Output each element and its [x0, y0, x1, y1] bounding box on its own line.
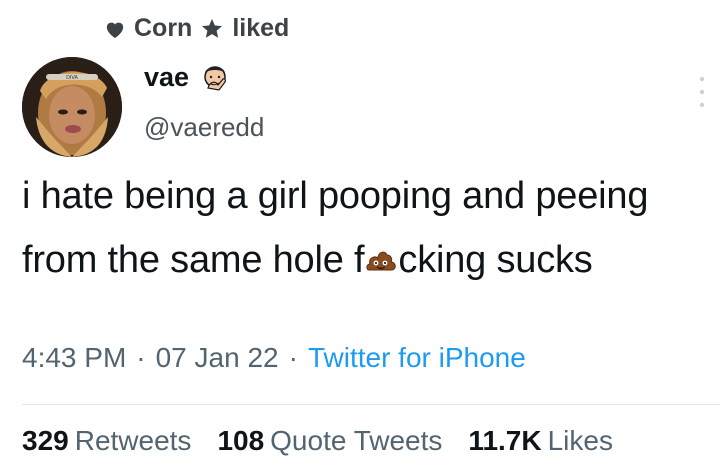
meta-separator: · — [288, 342, 298, 373]
face-with-hand-icon — [204, 66, 227, 91]
user-handle[interactable]: @vaeredd — [144, 111, 264, 143]
display-name[interactable]: vae — [144, 60, 189, 94]
divider — [22, 404, 720, 405]
tweet-source-link[interactable]: Twitter for iPhone — [308, 342, 526, 374]
retweets-stat[interactable]: 329 Retweets — [22, 425, 191, 457]
tweet-text-part-two: cking sucks — [398, 239, 593, 281]
svg-text:DIVA: DIVA — [66, 75, 78, 81]
heart-icon — [106, 22, 124, 38]
tweet-author: vae @vaeredd — [144, 60, 264, 143]
tweet-meta: 4:43 PM · 07 Jan 22 · Twitter for iPhone — [22, 342, 526, 374]
tweet-stats: 329 Retweets 108 Quote Tweets 11.7K Likes — [22, 425, 613, 457]
tweet-date[interactable]: 07 Jan 22 — [156, 342, 279, 374]
avatar[interactable]: DIVA — [22, 57, 122, 157]
likes-stat[interactable]: 11.7K Likes — [468, 425, 613, 457]
tweet-text: i hate being a girl pooping and peeing f… — [22, 164, 712, 292]
retweets-label: Retweets — [74, 425, 192, 456]
quote-tweets-stat[interactable]: 108 Quote Tweets — [217, 425, 442, 457]
retweets-count: 329 — [22, 425, 69, 456]
poop-icon — [366, 251, 397, 271]
star-icon — [202, 18, 223, 38]
avatar-image: DIVA — [22, 57, 122, 157]
tweet-time[interactable]: 4:43 PM — [22, 342, 126, 374]
more-options-icon[interactable] — [698, 72, 706, 112]
quote-tweets-label: Quote Tweets — [270, 425, 443, 456]
quote-tweets-count: 108 — [217, 425, 265, 456]
liked-by-user[interactable]: Corn — [134, 14, 192, 43]
liked-action: liked — [232, 14, 290, 42]
social-context: Corn liked — [104, 14, 289, 43]
meta-separator: · — [136, 342, 146, 373]
likes-label: Likes — [547, 425, 613, 456]
likes-count: 11.7K — [468, 425, 542, 456]
